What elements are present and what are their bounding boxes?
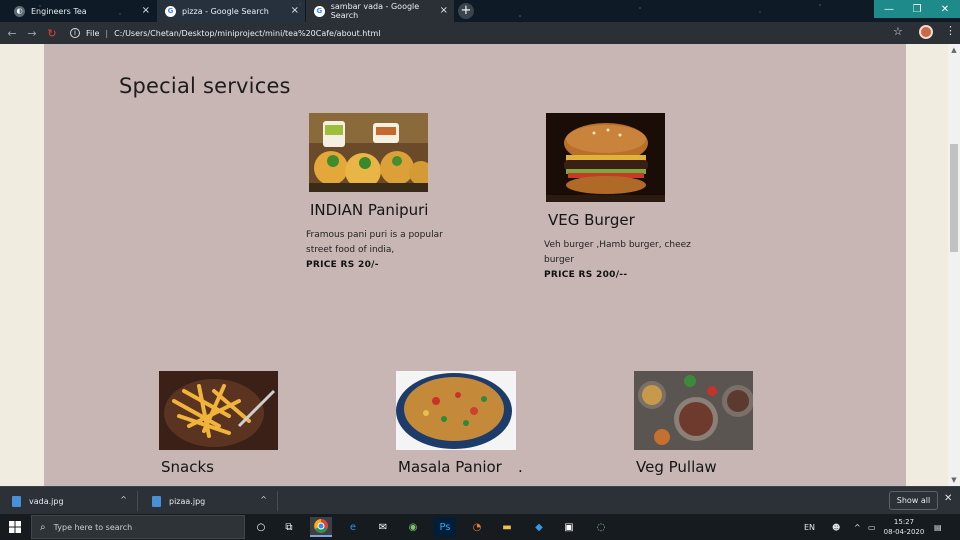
- app-icon[interactable]: ◌: [590, 517, 612, 537]
- close-icon[interactable]: ×: [291, 5, 299, 16]
- item-title-masala-panior: Masala Panior: [398, 458, 502, 476]
- cortana-icon[interactable]: ○: [250, 517, 272, 537]
- language-indicator[interactable]: EN: [804, 514, 815, 540]
- search-placeholder: Type here to search: [53, 522, 133, 532]
- scroll-up-icon[interactable]: ▲: [948, 44, 960, 56]
- item-price-burger: PRICE RS 200/--: [544, 270, 628, 280]
- close-icon[interactable]: ×: [142, 5, 150, 16]
- profile-avatar[interactable]: [919, 25, 933, 39]
- image-file-icon: [152, 495, 161, 507]
- scrollbar-thumb[interactable]: [950, 144, 958, 252]
- scroll-down-icon[interactable]: ▼: [948, 474, 960, 486]
- show-all-button[interactable]: Show all: [889, 491, 938, 510]
- task-view-icon[interactable]: ⧉: [278, 517, 300, 537]
- google-icon: G: [314, 5, 325, 17]
- item-title-burger: VEG Burger: [548, 211, 635, 229]
- chevron-up-icon[interactable]: ^: [260, 495, 267, 504]
- menu-kebab-icon[interactable]: ⋮: [945, 24, 956, 37]
- clock-date: 08-04-2020: [883, 528, 925, 536]
- web-page: Special services INDIAN Panipuri Framous…: [0, 44, 948, 486]
- separator: |: [105, 28, 109, 38]
- scheme-label: File: [86, 28, 100, 38]
- item-title-panipuri: INDIAN Panipuri: [310, 201, 429, 219]
- search-icon: ⌕: [40, 521, 46, 533]
- mail-icon[interactable]: ✉: [372, 517, 394, 537]
- item-title-snacks: Snacks: [161, 458, 214, 476]
- item-desc-panipuri: Framous pani puri is a popular street fo…: [306, 230, 443, 255]
- masala-panior-image: [396, 371, 516, 450]
- close-icon[interactable]: ×: [440, 5, 448, 16]
- page-heading: Special services: [119, 74, 291, 98]
- tab-pizza-search[interactable]: G pizza - Google Search ×: [157, 0, 305, 22]
- item-title-suffix: .: [518, 458, 523, 476]
- download-filename: vada.jpg: [29, 496, 64, 506]
- download-bar: vada.jpg ^ pizaa.jpg ^: [0, 486, 960, 514]
- chrome-icon[interactable]: [310, 517, 332, 537]
- start-button[interactable]: [0, 514, 30, 540]
- clock-time: 15:27: [893, 518, 915, 526]
- address-bar[interactable]: i File | C:/Users/Chetan/Desktop/minipro…: [70, 25, 860, 41]
- chevron-up-icon[interactable]: ^: [854, 514, 861, 540]
- minimize-button[interactable]: —: [874, 0, 904, 18]
- image-file-icon: [12, 495, 21, 507]
- reload-icon[interactable]: ↻: [44, 25, 60, 41]
- taskbar-search[interactable]: ⌕ Type here to search: [31, 515, 245, 539]
- bookmark-star-icon[interactable]: ☆: [893, 25, 903, 38]
- item-title-veg-pullaw: Veg Pullaw: [636, 458, 717, 476]
- blender-icon[interactable]: ◔: [466, 517, 488, 537]
- photoshop-icon[interactable]: Ps: [434, 517, 456, 537]
- tab-title: pizza - Google Search: [182, 6, 269, 16]
- page-scrollbar[interactable]: ▲ ▼: [948, 44, 960, 486]
- content-panel: Special services INDIAN Panipuri Framous…: [44, 44, 906, 486]
- burger-image: [546, 113, 665, 202]
- download-item[interactable]: vada.jpg ^: [0, 491, 138, 511]
- snacks-image: [159, 371, 278, 450]
- battery-icon[interactable]: ▭: [868, 514, 876, 540]
- app-icon[interactable]: ◉: [402, 517, 424, 537]
- url-text[interactable]: C:/Users/Chetan/Desktop/miniproject/mini…: [114, 29, 380, 38]
- item-price-panipuri: PRICE RS 20/-: [306, 260, 379, 270]
- windows-icon: [9, 521, 21, 533]
- system-clock[interactable]: 15:27 08-04-2020: [880, 517, 928, 537]
- file-explorer-icon[interactable]: ▬: [496, 517, 518, 537]
- forward-icon[interactable]: →: [24, 25, 40, 41]
- restore-button[interactable]: ❐: [902, 0, 932, 18]
- panipuri-image: [309, 113, 428, 192]
- vscode-icon[interactable]: ◆: [528, 517, 550, 537]
- back-icon[interactable]: ←: [4, 25, 20, 41]
- photos-icon[interactable]: ▣: [558, 517, 580, 537]
- window-close-button[interactable]: ✕: [930, 0, 960, 18]
- new-tab-button[interactable]: +: [458, 3, 474, 19]
- tab-title: Engineers Tea: [31, 6, 87, 16]
- people-icon[interactable]: ☻: [832, 514, 840, 540]
- info-icon[interactable]: i: [70, 28, 80, 38]
- veg-pullaw-image: [634, 371, 753, 450]
- item-desc-burger: Veh burger ,Hamb burger, cheez burger: [544, 240, 691, 265]
- close-download-bar-icon[interactable]: ✕: [944, 493, 952, 504]
- download-filename: pizaa.jpg: [169, 496, 206, 506]
- download-item[interactable]: pizaa.jpg ^: [140, 491, 278, 511]
- globe-icon: ◐: [14, 5, 25, 17]
- taskbar: ⌕ Type here to search ○ ⧉ e ✉ ◉ Ps ◔ ▬ ◆…: [0, 514, 960, 540]
- browser-toolbar: ← → ↻ i File | C:/Users/Chetan/Desktop/m…: [0, 22, 960, 44]
- notifications-icon[interactable]: ▤: [934, 514, 942, 540]
- tab-sambar-vada-search[interactable]: G sambar vada - Google Search ×: [306, 0, 454, 22]
- tab-engineers-tea[interactable]: ◐ Engineers Tea ×: [6, 0, 156, 22]
- google-icon: G: [165, 5, 176, 17]
- tab-title: sambar vada - Google Search: [330, 2, 420, 20]
- edge-icon[interactable]: e: [342, 517, 364, 537]
- browser-tab-strip: ◐ Engineers Tea × G pizza - Google Searc…: [0, 0, 960, 22]
- chevron-up-icon[interactable]: ^: [120, 495, 127, 504]
